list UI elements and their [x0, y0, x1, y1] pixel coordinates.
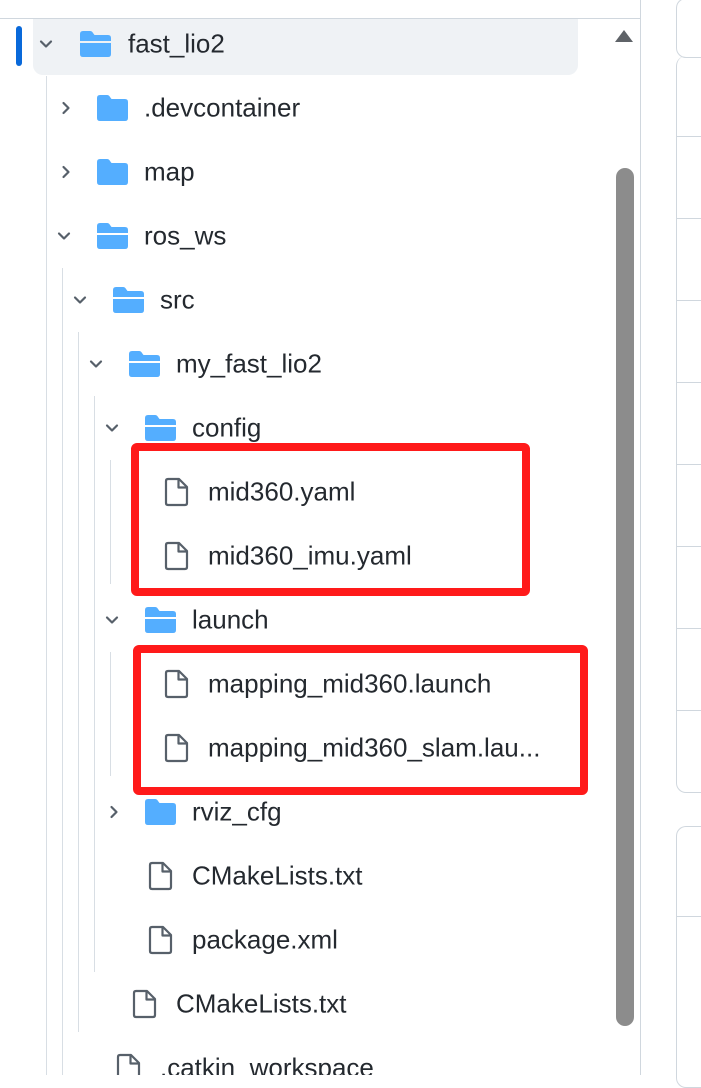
chevron-down-icon[interactable] — [88, 356, 104, 372]
tree-item-label: CMakeLists.txt — [192, 860, 363, 891]
file-tree-pane: fast_lio2 .devcontainer map ros_ws src m… — [0, 0, 640, 1075]
tree-item-label: rviz_cfg — [192, 796, 282, 827]
file-icon — [148, 861, 174, 891]
tree-item-cmakelists-pkg[interactable]: CMakeLists.txt — [0, 844, 640, 908]
folder-open-icon — [78, 30, 112, 58]
tree-item-label: my_fast_lio2 — [176, 348, 322, 379]
chevron-down-icon[interactable] — [38, 36, 54, 52]
tree-item-label: map — [144, 156, 195, 187]
tree-item-catkin-workspace[interactable]: .catkin_workspace — [0, 1036, 640, 1075]
right-panel-card — [676, 0, 701, 58]
tree-item-launch[interactable]: launch — [0, 588, 640, 652]
tree-item-label: .catkin_workspace — [160, 1052, 374, 1076]
file-icon — [148, 925, 174, 955]
tree-item-fast-lio2[interactable]: fast_lio2 — [0, 12, 640, 76]
chevron-right-icon[interactable] — [58, 100, 74, 116]
folder-open-icon — [143, 414, 177, 442]
tree-item-src[interactable]: src — [0, 268, 640, 332]
right-panel-divider — [676, 916, 701, 917]
chevron-right-icon[interactable] — [106, 804, 122, 820]
tree-item-cmakelists-src[interactable]: CMakeLists.txt — [0, 972, 640, 1036]
tree-item-ros-ws[interactable]: ros_ws — [0, 204, 640, 268]
folder-open-icon — [143, 606, 177, 634]
right-pane — [641, 0, 701, 1088]
tree-item-label: ros_ws — [144, 220, 227, 251]
right-panel-card — [676, 826, 701, 1088]
chevron-down-icon[interactable] — [104, 420, 120, 436]
tree-item-label: src — [160, 284, 195, 315]
annotation-box-config-files — [131, 443, 530, 596]
scroll-up-arrow-icon[interactable] — [615, 30, 633, 42]
annotation-box-launch-files — [133, 645, 588, 795]
folder-open-icon — [95, 222, 129, 250]
tree-item-label: launch — [192, 604, 269, 635]
tree-item-label: package.xml — [192, 924, 338, 955]
file-icon — [116, 1053, 142, 1075]
tree-item-map[interactable]: map — [0, 140, 640, 204]
scrollbar-thumb[interactable] — [616, 168, 634, 1026]
folder-icon — [95, 158, 129, 186]
file-icon — [132, 989, 158, 1019]
tree-item-label: .devcontainer — [144, 92, 301, 123]
tree-item-devcontainer[interactable]: .devcontainer — [0, 76, 640, 140]
folder-open-icon — [127, 350, 161, 378]
tree-item-label: CMakeLists.txt — [176, 988, 347, 1019]
tree-item-label: config — [192, 412, 262, 443]
chevron-down-icon[interactable] — [56, 228, 72, 244]
right-panel-card — [676, 56, 701, 793]
tree-item-package-xml[interactable]: package.xml — [0, 908, 640, 972]
folder-icon — [95, 94, 129, 122]
tree-item-my-fast-lio2[interactable]: my_fast_lio2 — [0, 332, 640, 396]
chevron-right-icon[interactable] — [58, 164, 74, 180]
folder-icon — [143, 798, 177, 826]
folder-open-icon — [111, 286, 145, 314]
chevron-down-icon[interactable] — [72, 292, 88, 308]
tree-item-label: fast_lio2 — [128, 28, 225, 59]
chevron-down-icon[interactable] — [104, 612, 120, 628]
